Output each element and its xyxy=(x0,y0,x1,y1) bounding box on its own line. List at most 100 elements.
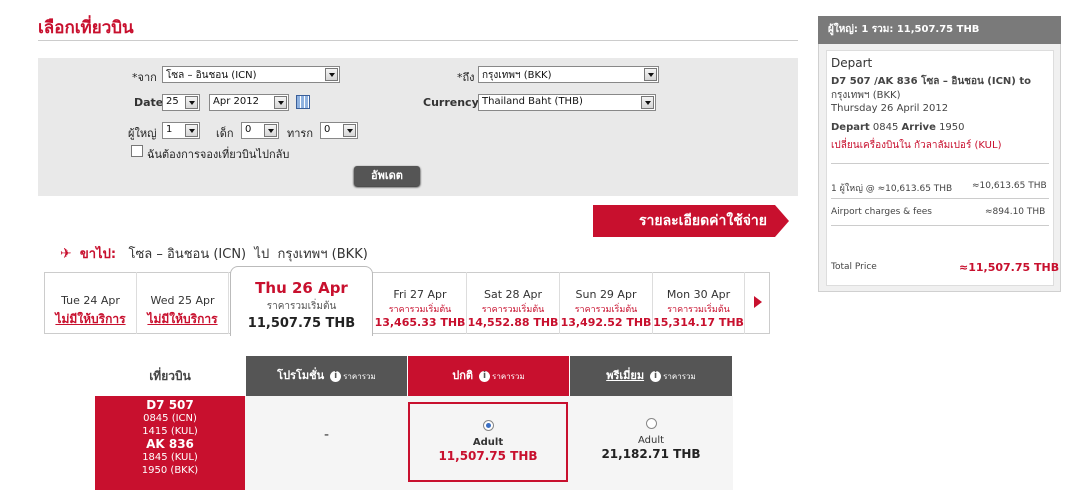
date-day-select[interactable]: 25 xyxy=(162,94,200,111)
total-hint: ราคารวม xyxy=(663,372,696,381)
update-button[interactable]: อัพเดต xyxy=(354,166,420,186)
regular-header-label: ปกติ xyxy=(452,369,474,382)
summary-divider xyxy=(831,225,1049,226)
leg1-flight-number: D7 507 xyxy=(146,398,194,412)
chevron-down-icon xyxy=(185,96,198,109)
chevron-down-icon xyxy=(274,96,287,109)
date-month-select[interactable]: Apr 2012 xyxy=(209,94,289,111)
date-tab-price: 15,314.17 THB xyxy=(653,316,744,329)
summary-divider xyxy=(831,198,1049,199)
page-title: เลือกเที่ยวบิน xyxy=(38,18,134,38)
from-label: *จาก xyxy=(132,71,157,84)
premium-column-header: พรีเมี่ยม i ราคารวม xyxy=(570,356,732,396)
date-month-value: Apr 2012 xyxy=(213,96,259,107)
return-trip-checkbox[interactable] xyxy=(131,145,143,157)
summary-charges-value: ≈894.10 THB xyxy=(985,207,1046,217)
calendar-icon[interactable] xyxy=(296,95,310,109)
route-destination: กรุงเทพฯ (BKK) xyxy=(277,247,368,262)
infant-value: 0 xyxy=(324,124,331,135)
fare-detail-button[interactable]: รายละเอียดค่าใช้จ่าย xyxy=(593,205,775,237)
premium-fare-radio[interactable] xyxy=(645,418,657,429)
adult-label: ผู้ใหญ่ xyxy=(128,127,157,140)
date-tab-price-label: ราคารวมเริ่มต้น xyxy=(388,305,452,315)
regular-column-header: ปกติ i ราคารวม xyxy=(408,356,569,396)
currency-value: Thailand Baht (THB) xyxy=(482,96,583,107)
flight-column-header: เที่ยวบิน xyxy=(149,369,191,383)
premium-fare-pax: Adult xyxy=(637,435,665,446)
next-dates-arrow-icon[interactable] xyxy=(754,296,762,308)
summary-total-label: Total Price xyxy=(831,262,877,272)
date-tab-day: Tue 24 Apr xyxy=(61,294,120,307)
date-tab[interactable]: Sun 29 Apr ราคารวมเริ่มต้น 13,492.52 THB xyxy=(560,272,653,334)
summary-transfer: เปลี่ยนเครื่องบินใน กัวลาลัมเปอร์ (KUL) xyxy=(831,140,1002,151)
date-tab[interactable]: Fri 27 Apr ราคารวมเริ่มต้น 13,465.33 THB xyxy=(374,272,467,334)
summary-flight-line1: D7 507 /AK 836 โซล – อินชอน (ICN) to xyxy=(831,74,1031,89)
depart-time: 0845 xyxy=(872,122,899,133)
date-tab[interactable]: Wed 25 Apr ไม่มีให้บริการ xyxy=(137,272,229,334)
to-label: *ถึง xyxy=(457,71,475,84)
leg2-flight-number: AK 836 xyxy=(146,437,194,451)
child-label: เด็ก xyxy=(216,127,234,140)
summary-flight-line2: กรุงเทพฯ (BKK) xyxy=(831,90,901,101)
summary-flight-text: D7 507 /AK 836 โซล – อินชอน (ICN) to xyxy=(831,76,1031,87)
date-tab[interactable]: Tue 24 Apr ไม่มีให้บริการ xyxy=(45,272,137,334)
child-value: 0 xyxy=(245,124,252,135)
premium-fare-price: 21,182.71 THB xyxy=(601,447,701,461)
summary-fare-label: 1 ผู้ใหญ่ @ ≈10,613.65 THB xyxy=(831,184,953,194)
regular-fare-cell[interactable]: Adult 11,507.75 THB xyxy=(408,402,568,482)
total-hint: ราคารวม xyxy=(492,372,525,381)
chevron-down-icon xyxy=(641,96,654,109)
info-icon[interactable]: i xyxy=(650,370,662,382)
infant-select[interactable]: 0 xyxy=(320,122,358,139)
return-trip-label: ฉันต้องการจองเที่ยวบินไปกลับ xyxy=(147,148,290,161)
date-tab-day: Mon 30 Apr xyxy=(666,288,731,301)
promo-column-header: โปรโมชั่น i ราคารวม xyxy=(246,356,407,396)
date-day-value: 25 xyxy=(166,96,179,107)
date-tab-day: Fri 27 Apr xyxy=(393,288,447,301)
date-tab-price-label: ราคารวมเริ่มต้น xyxy=(266,301,337,312)
date-tab-price: 11,507.75 THB xyxy=(247,316,356,331)
infant-label: ทารก xyxy=(287,127,313,140)
currency-select[interactable]: Thailand Baht (THB) xyxy=(478,94,656,111)
title-divider xyxy=(38,40,798,41)
summary-date: Thursday 26 April 2012 xyxy=(831,103,949,114)
regular-fare-price: 11,507.75 THB xyxy=(438,449,538,463)
date-tab[interactable]: Mon 30 Apr ราคารวมเริ่มต้น 15,314.17 THB xyxy=(653,272,745,334)
child-select[interactable]: 0 xyxy=(241,122,279,139)
summary-charges-label: Airport charges & fees xyxy=(831,207,932,217)
date-label: Date xyxy=(134,96,164,109)
leg2-departure: 1845 (KUL) xyxy=(142,452,198,463)
from-select[interactable]: โซล – อินชอน (ICN) xyxy=(162,66,340,83)
adult-value: 1 xyxy=(166,124,173,135)
summary-depart-title: Depart xyxy=(831,56,873,70)
date-tab-day: Wed 25 Apr xyxy=(150,294,215,307)
date-tab-status: ไม่มีให้บริการ xyxy=(55,312,126,326)
info-icon[interactable]: i xyxy=(330,370,342,382)
date-tab-price: 13,492.52 THB xyxy=(560,316,652,329)
arrive-label: Arrive xyxy=(901,122,936,133)
info-icon[interactable]: i xyxy=(479,370,491,382)
date-tab-status: ไม่มีให้บริการ xyxy=(147,312,218,326)
regular-fare-radio[interactable] xyxy=(482,420,494,431)
premium-fare-cell[interactable]: Adult 21,182.71 THB xyxy=(570,402,732,482)
flight-details-cell: D7 507 0845 (ICN) 1415 (KUL) AK 836 1845… xyxy=(95,396,245,490)
date-tab-selected[interactable]: Thu 26 Apr ราคารวมเริ่มต้น 11,507.75 THB xyxy=(230,266,373,336)
promo-fare-cell: - xyxy=(323,427,330,443)
summary-times: Depart 0845 Arrive 1950 xyxy=(831,122,965,133)
adult-select[interactable]: 1 xyxy=(162,122,200,139)
summary-header: ผู้ใหญ่: 1 รวม: 11,507.75 THB xyxy=(818,16,1061,44)
chevron-down-icon xyxy=(325,68,338,81)
depart-label: Depart xyxy=(831,122,870,133)
chevron-down-icon xyxy=(264,124,277,137)
chevron-down-icon xyxy=(644,68,657,81)
date-tab[interactable]: Sat 28 Apr ราคารวมเริ่มต้น 14,552.88 THB xyxy=(467,272,560,334)
from-value: โซล – อินชอน (ICN) xyxy=(166,70,257,81)
arrow-right-icon[interactable] xyxy=(775,205,789,237)
date-tab-price: 14,552.88 THB xyxy=(467,316,559,329)
to-value: กรุงเทพฯ (BKK) xyxy=(482,70,552,81)
to-select[interactable]: กรุงเทพฯ (BKK) xyxy=(478,66,659,83)
premium-header-label[interactable]: พรีเมี่ยม xyxy=(606,369,644,382)
route-line: ✈ ขาไป: โซล – อินชอน (ICN) ไป กรุงเทพฯ (… xyxy=(60,243,368,264)
leg2-arrival: 1950 (BKK) xyxy=(141,465,199,476)
date-tab-price-label: ราคารวมเริ่มต้น xyxy=(574,305,638,315)
